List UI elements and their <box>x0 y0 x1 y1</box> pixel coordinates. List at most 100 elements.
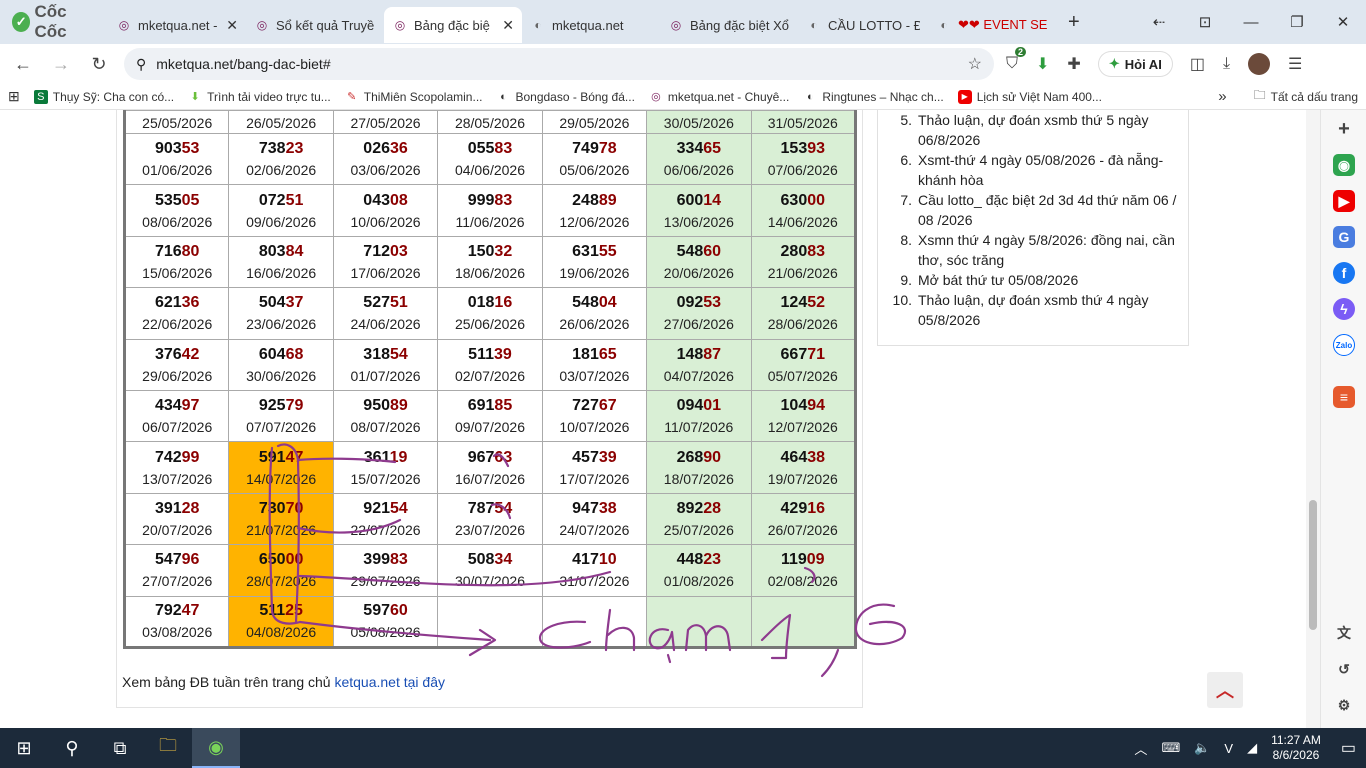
clock[interactable]: 11:27 AM 8/6/2026 <box>1271 733 1321 763</box>
windows-start-icon[interactable]: ⊞ <box>0 728 48 768</box>
cell-number: 11909 <box>752 549 854 571</box>
bookmark-item[interactable]: ▶ Lịch sử Việt Nam 400... <box>957 89 1102 104</box>
keyboard-icon[interactable]: ⌨ <box>1161 740 1180 756</box>
table-cell: 02636 03/06/2026 <box>332 132 439 186</box>
youtube-icon[interactable]: ▶ <box>1333 190 1355 212</box>
youtube-favicon-icon: ▶ <box>957 89 972 104</box>
bookmark-item[interactable]: S Thụy Sỹ: Cha con có... <box>33 89 174 104</box>
restore-icon[interactable]: ❐ <box>1274 13 1320 31</box>
news-item[interactable]: 10. Thảo luận, dự đoán xsmb thứ 4 ngày 05… <box>888 290 1178 330</box>
tab-6[interactable]: ◐ ❤❤ EVENT SE <box>928 7 1058 43</box>
table-row: 74299 13/07/2026 59147 14/07/2026 36119 15/07… <box>123 441 857 494</box>
adblock-extension-icon[interactable]: ⛉ 2 <box>1006 47 1027 73</box>
table-row: 79247 03/08/2026 51125 04/08/2026 59760 05/08… <box>123 595 857 648</box>
hoi-ai-label: Hỏi AI <box>1124 56 1162 72</box>
bookmark-item[interactable]: ◐ Bongdaso - Bóng đá... <box>496 90 635 104</box>
apps-grid-icon[interactable]: ⊞ <box>8 88 20 105</box>
cell-date: 20/07/2026 <box>142 521 213 538</box>
speaker-icon[interactable]: 🔈 <box>1194 740 1210 756</box>
cell-date: 25/06/2026 <box>454 316 526 333</box>
messenger-icon[interactable]: ϟ <box>1333 298 1355 320</box>
tab-5[interactable]: ◐ CẦU LOTTO - ĐẶ <box>798 7 928 43</box>
file-explorer-icon[interactable]: 🗀 <box>144 728 192 768</box>
scroll-to-top-button[interactable]: ︿ <box>1207 672 1243 708</box>
news-title[interactable]: Xsmt-thứ 4 ngày 05/08/2026 - đà nẵng- kh… <box>918 150 1178 190</box>
news-title[interactable]: Mở bát thứ tư 05/08/2026 <box>918 270 1078 290</box>
minimize-icon[interactable]: — <box>1228 14 1274 31</box>
news-list-box: 5. Thảo luận, dự đoán xsmb thứ 5 ngày 06/… <box>877 110 1189 346</box>
number-tail: 28 <box>181 499 200 517</box>
downloads-icon[interactable]: ⤓ <box>1223 55 1230 73</box>
settings-gear-icon[interactable]: ⚙ <box>1333 694 1355 716</box>
split-view-icon[interactable]: ◫ <box>1190 54 1205 74</box>
table-cell: 60468 30/06/2026 <box>228 338 334 391</box>
bookmark-item[interactable]: ✎ ThiMiên Scopolamin... <box>345 90 482 104</box>
download-extension-icon[interactable]: ⬇ <box>1036 54 1049 74</box>
browser-brand[interactable]: ✓ Cốc Cốc <box>0 2 108 42</box>
bookmark-item[interactable]: ◐ Ringtunes – Nhạc ch... <box>803 90 944 104</box>
number-prefix: 630 <box>780 191 808 209</box>
page-scrollbar[interactable] <box>1306 110 1320 728</box>
menu-icon[interactable]: ☰ <box>1288 54 1302 74</box>
task-view-icon[interactable]: ⧉ <box>96 728 144 768</box>
news-title[interactable]: Thảo luận, dự đoán xsmb thứ 4 ngày 05/8/… <box>918 290 1178 330</box>
history-icon[interactable]: ↺ <box>1333 658 1355 680</box>
search-icon[interactable]: ⚲ <box>48 728 96 768</box>
new-tab-icon[interactable]: + <box>1068 11 1080 34</box>
cell-date: 30/07/2026 <box>454 573 526 590</box>
game-icon[interactable]: ◉ <box>1333 154 1355 176</box>
tab-2-active[interactable]: ◎ Bảng đặc biệ ✕ <box>384 7 522 43</box>
tab-3[interactable]: ◐ mketqua.net <box>522 7 660 43</box>
coccoc-taskbar-icon[interactable]: ◉ <box>192 728 240 768</box>
input-method-icon[interactable]: V <box>1224 741 1233 756</box>
globe-favicon-icon: ◐ <box>500 90 507 103</box>
news-title[interactable]: Thảo luận, dự đoán xsmb thứ 5 ngày 06/8/… <box>918 110 1178 150</box>
bookmark-star-icon[interactable]: ☆ <box>968 54 982 74</box>
cell-number: 39128 <box>126 498 228 520</box>
add-sidebar-icon[interactable]: + <box>1333 118 1355 140</box>
tab-1[interactable]: ◎ Sổ kết quả Truyề <box>246 7 384 43</box>
number-tail: 89 <box>598 191 617 209</box>
notes-icon[interactable]: ≡ <box>1333 386 1355 408</box>
news-item[interactable]: 6. Xsmt-thứ 4 ngày 05/08/2026 - đà nẵng- … <box>888 150 1178 190</box>
chevron-up-icon[interactable]: ︿ <box>1134 739 1147 758</box>
globe-favicon-icon: ◐ <box>810 18 818 32</box>
translate-icon[interactable]: G <box>1333 226 1355 248</box>
close-tab-icon[interactable]: ✕ <box>226 17 238 34</box>
scrollbar-thumb[interactable] <box>1309 500 1317 630</box>
news-title[interactable]: Cầu lotto_ đặc biệt 2d 3d 4d thứ năm 06 … <box>918 190 1178 230</box>
extensions-puzzle-icon[interactable]: ✚ <box>1067 54 1080 74</box>
notification-icon[interactable]: ▭ <box>1341 738 1356 758</box>
news-item[interactable]: 7. Cầu lotto_ đặc biệt 2d 3d 4d thứ năm 0… <box>888 190 1178 230</box>
more-bookmarks-chevron-icon[interactable]: » <box>1218 88 1226 105</box>
screenshot-icon[interactable]: ⊡ <box>1182 13 1228 31</box>
forward-icon[interactable]: → <box>48 54 74 75</box>
zalo-icon[interactable]: Zalo <box>1333 334 1355 356</box>
wifi-icon[interactable]: ◢ <box>1247 740 1257 756</box>
site-info-icon[interactable]: ⚲ <box>136 56 146 73</box>
news-title[interactable]: Xsmn thứ 4 ngày 5/8/2026: đồng nai, cần … <box>918 230 1178 270</box>
profile-avatar[interactable] <box>1248 53 1271 75</box>
tab-0[interactable]: ◎ mketqua.net - Ch ✕ <box>108 7 246 43</box>
back-icon[interactable]: ← <box>10 54 36 75</box>
news-item[interactable]: 5. Thảo luận, dự đoán xsmb thứ 5 ngày 06/… <box>888 110 1178 150</box>
news-item[interactable]: 8. Xsmn thứ 4 ngày 5/8/2026: đồng nai, cầ… <box>888 230 1178 270</box>
translate-text-icon[interactable]: 文 <box>1333 622 1355 644</box>
close-tab-icon[interactable]: ✕ <box>502 17 514 34</box>
bookmark-item[interactable]: ⬇ Trình tải video trực tu... <box>188 90 331 104</box>
ketqua-link[interactable]: ketqua.net tại đây <box>334 674 445 690</box>
news-item[interactable]: 9. Mở bát thứ tư 05/08/2026 <box>888 270 1178 290</box>
all-bookmarks[interactable]: » 🗀 Tất cả dấu trang <box>1218 86 1358 107</box>
number-tail: 04 <box>598 294 617 312</box>
number-prefix: 119 <box>780 551 807 569</box>
address-bar[interactable]: ⚲ mketqua.net/bang-dac-biet# ☆ <box>124 48 994 80</box>
facebook-icon[interactable]: f <box>1333 262 1355 284</box>
tab-search-icon[interactable]: ⇠ <box>1136 13 1182 31</box>
hoi-ai-button[interactable]: ✦ Hỏi AI <box>1099 52 1172 76</box>
tab-4[interactable]: ◎ Bảng đặc biệt Xổ <box>660 7 798 43</box>
bookmark-item[interactable]: ◎ mketqua.net - Chuyê... <box>649 90 789 104</box>
reload-icon[interactable]: ↻ <box>86 54 112 75</box>
cell-date: 14/07/2026 <box>246 470 317 487</box>
table-cell: 52751 24/06/2026 <box>332 287 439 340</box>
close-window-icon[interactable]: ✕ <box>1320 13 1366 31</box>
